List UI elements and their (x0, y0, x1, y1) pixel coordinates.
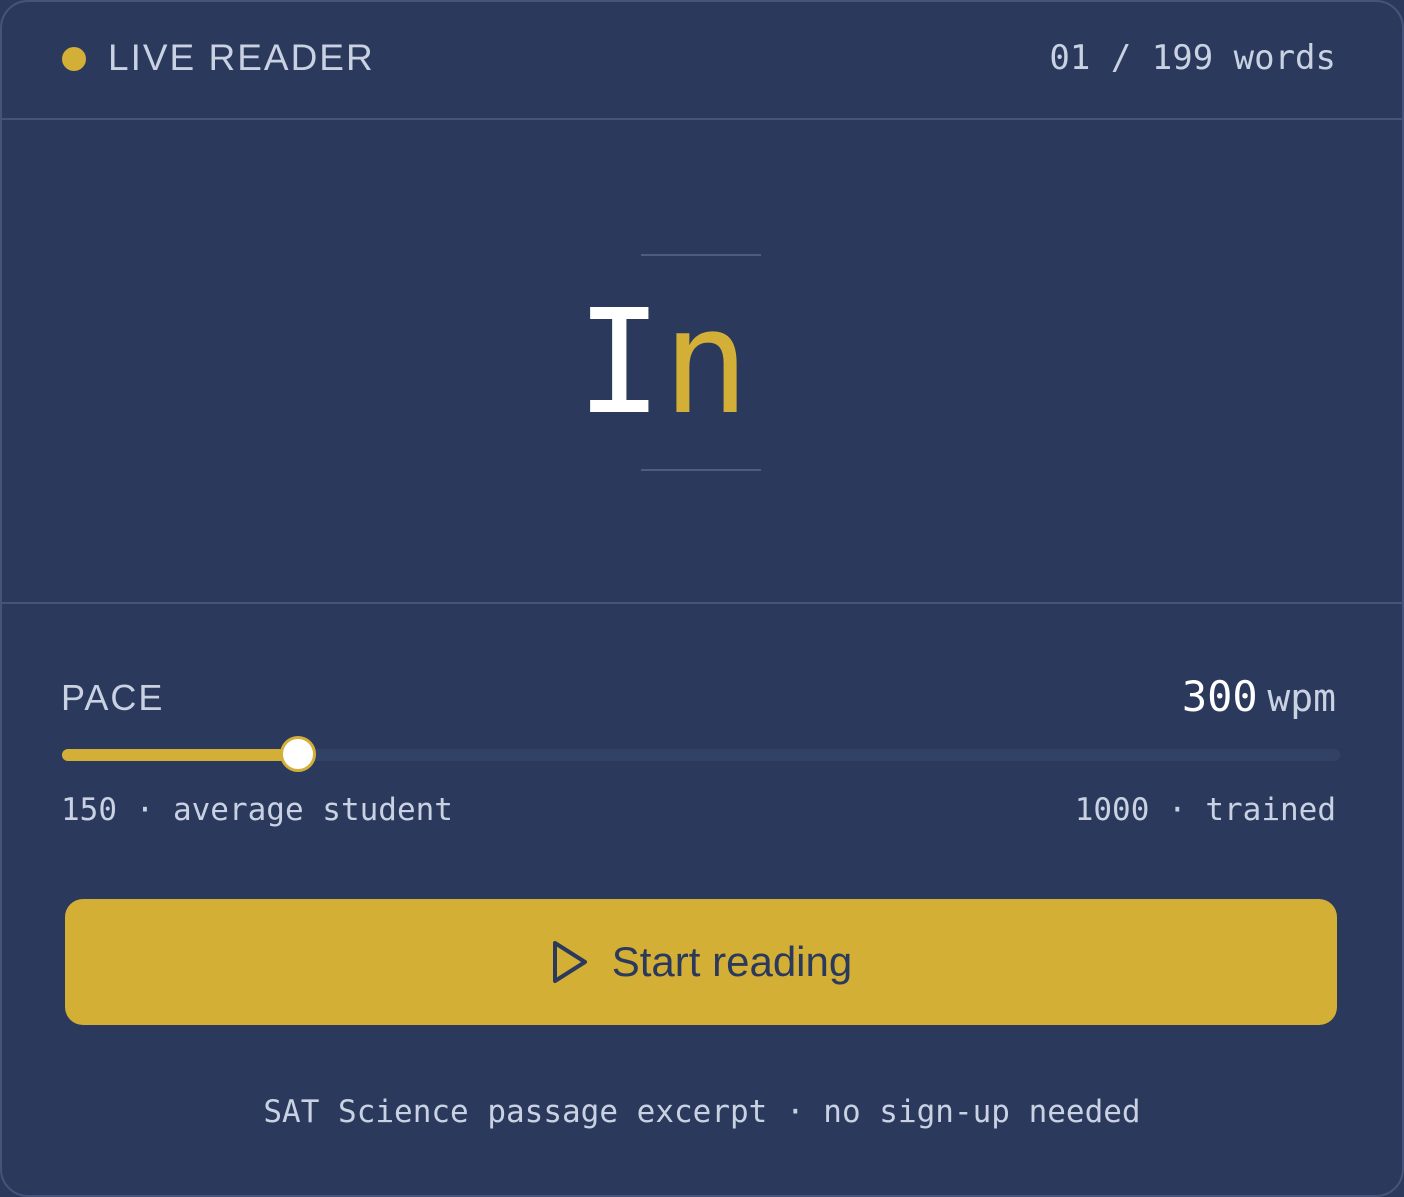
current-word: In (576, 282, 749, 442)
word-display: In (2, 122, 1402, 604)
pace-slider[interactable] (62, 736, 1340, 772)
focus-guide-bottom (641, 469, 761, 471)
start-reading-button[interactable]: Start reading (65, 899, 1337, 1025)
focus-guide-top (641, 254, 761, 256)
pace-max-label: 1000 · trained (1074, 792, 1336, 828)
footer-note: SAT Science passage excerpt · no sign-up… (263, 1094, 1141, 1130)
start-reading-content: Start reading (65, 899, 1337, 1025)
pace-value: 300 (1181, 672, 1258, 721)
pace-label: PACE (61, 677, 165, 718)
current-word-focus-letter: n (662, 278, 750, 446)
play-icon (552, 941, 587, 983)
current-word-prefix: I (576, 278, 663, 446)
live-status-icon (62, 47, 86, 71)
reader-header: LIVE READER 01 / 199 words (2, 2, 1402, 120)
pace-slider-fill (62, 749, 299, 761)
live-reader-card: LIVE READER 01 / 199 words In PACE 300 w… (0, 0, 1404, 1197)
word-counter: 01 / 199 words (1049, 38, 1336, 78)
pace-min-label: 150 · average student (61, 792, 453, 828)
reader-title: LIVE READER (108, 37, 375, 78)
start-reading-label: Start reading (611, 938, 853, 985)
pace-readout: 300 wpm (1182, 672, 1336, 731)
pace-unit: wpm (1267, 676, 1336, 720)
pace-slider-thumb[interactable] (280, 736, 317, 772)
